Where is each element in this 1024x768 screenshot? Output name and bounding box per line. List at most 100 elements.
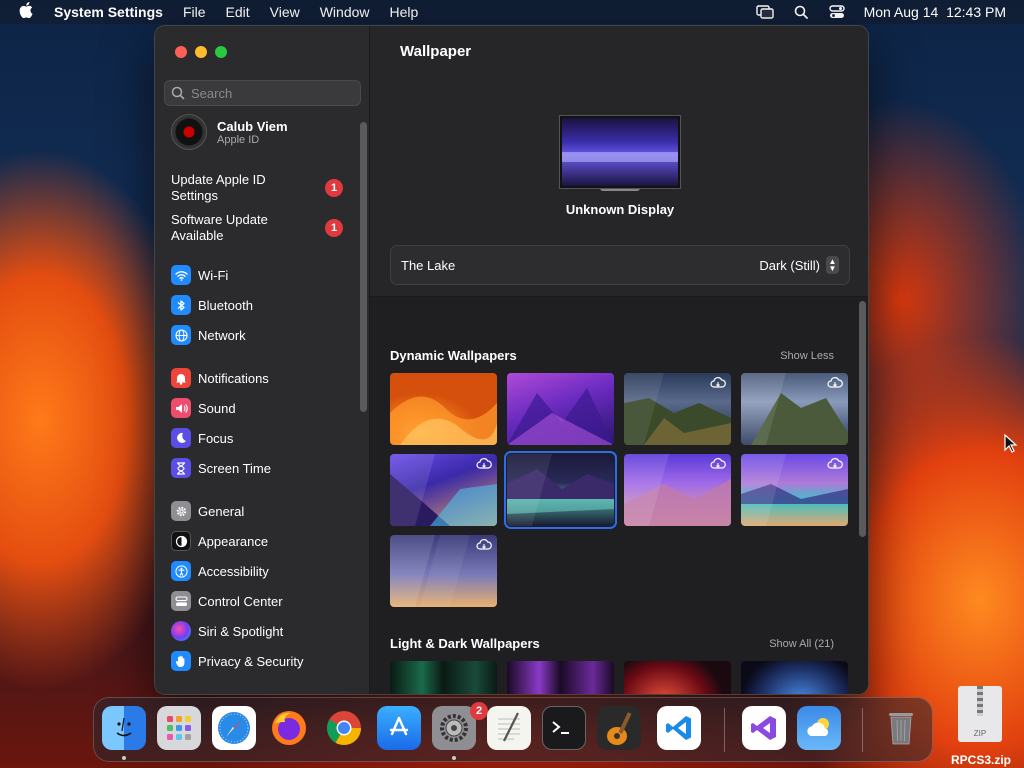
chrome-icon[interactable]	[322, 706, 366, 750]
dock: 2	[93, 697, 933, 762]
alert-label-line2: Available	[171, 228, 224, 243]
wallpaper-selector-row: The Lake Dark (Still) ▲ ▼	[390, 245, 850, 285]
settings-notification-badge: 2	[470, 702, 488, 720]
safari-icon[interactable]	[212, 706, 256, 750]
page-title: Wallpaper	[400, 43, 472, 60]
textedit-icon[interactable]	[487, 706, 531, 750]
zip-file-type-label: ZIP	[973, 729, 987, 738]
menu-window[interactable]: Window	[310, 4, 380, 20]
sidebar-item-siri-spotlight[interactable]: Siri & Spotlight	[171, 620, 283, 642]
vscode-icon[interactable]	[657, 706, 701, 750]
wallpaper-thumbnail-big-sur-coastline[interactable]	[624, 373, 731, 445]
zip-file-name[interactable]: RPCS3.zip	[946, 753, 1016, 767]
hand-icon	[171, 651, 191, 671]
speaker-icon	[171, 398, 191, 418]
sidebar-item-label: General	[198, 503, 245, 519]
sidebar-item-screen-time[interactable]: Screen Time	[171, 457, 271, 479]
search-input[interactable]	[191, 85, 351, 101]
sidebar-item-software-update[interactable]: Software Update Available 1	[171, 212, 343, 244]
menu-help[interactable]: Help	[380, 4, 429, 20]
zoom-window-button[interactable]	[215, 46, 227, 58]
sidebar-item-label: Privacy & Security	[198, 653, 304, 669]
sidebar-item-label: Accessibility	[198, 563, 269, 579]
close-window-button[interactable]	[175, 46, 187, 58]
sidebar-item-privacy-security[interactable]: Privacy & Security	[171, 650, 303, 672]
running-indicator	[452, 756, 456, 760]
wallpaper-thumbnail-ventura[interactable]	[390, 373, 497, 445]
app-store-icon[interactable]	[377, 706, 421, 750]
monitor-stand	[600, 188, 640, 191]
sidebar-item-wifi[interactable]: Wi-Fi	[171, 264, 228, 286]
sidebar-list: Calub Viem Apple ID Update Apple ID Sett…	[155, 114, 370, 694]
screen-mirroring-icon[interactable]	[755, 5, 774, 19]
wallpaper-thumbnail-the-lake[interactable]	[504, 451, 617, 529]
garageband-icon[interactable]	[597, 706, 641, 750]
wallpaper-thumbnail-the-beach[interactable]	[741, 454, 848, 526]
menu-edit[interactable]: Edit	[216, 4, 260, 20]
menu-clock[interactable]: Mon Aug 14 12:43 PM	[864, 4, 1006, 20]
control-center-icon	[171, 591, 191, 611]
weather-icon[interactable]	[797, 706, 841, 750]
gear-icon	[171, 501, 191, 521]
terminal-icon[interactable]	[542, 706, 586, 750]
profile-subtitle: Apple ID	[217, 133, 260, 146]
visual-studio-icon[interactable]	[742, 706, 786, 750]
sidebar-item-appearance[interactable]: Appearance	[171, 530, 268, 552]
zip-file-icon[interactable]: ZIP	[958, 686, 1002, 742]
alert-badge: 1	[325, 219, 343, 237]
sidebar-item-bluetooth[interactable]: Bluetooth	[171, 294, 253, 316]
search-icon	[171, 86, 185, 100]
sidebar-item-focus[interactable]: Focus	[171, 427, 233, 449]
control-center-menu-icon[interactable]	[828, 5, 846, 19]
cloud-download-icon	[710, 458, 726, 469]
display-name: Unknown Display	[565, 202, 675, 217]
menu-app-name[interactable]: System Settings	[52, 4, 173, 20]
show-all-button[interactable]: Show All (21)	[769, 638, 834, 650]
wallpaper-thumbnail-sonoma-blue[interactable]	[741, 661, 848, 694]
wallpaper-thumbnail-monterey[interactable]	[507, 373, 614, 445]
cloud-download-icon	[710, 377, 726, 388]
moon-icon	[171, 428, 191, 448]
sidebar-item-control-center[interactable]: Control Center	[171, 590, 283, 612]
sidebar-search	[164, 80, 361, 106]
cloud-download-icon	[476, 458, 492, 469]
appearance-value: Dark (Still)	[759, 257, 820, 273]
sidebar-item-accessibility[interactable]: Accessibility	[171, 560, 269, 582]
wallpaper-thumbnail-macbook-purple[interactable]	[507, 661, 614, 694]
wallpaper-name: The Lake	[401, 257, 456, 273]
launchpad-icon[interactable]	[157, 706, 201, 750]
sidebar-item-sound[interactable]: Sound	[171, 397, 236, 419]
wallpaper-thumbnail-catalina-island[interactable]	[741, 373, 848, 445]
wallpaper-thumbnail-the-cliffs[interactable]	[390, 454, 497, 526]
cloud-download-icon	[476, 539, 492, 550]
sidebar-scrollbar[interactable]	[360, 122, 367, 412]
bluetooth-icon	[171, 295, 191, 315]
spotlight-search-icon[interactable]	[792, 5, 810, 19]
menu-file[interactable]: File	[173, 4, 216, 20]
firefox-icon[interactable]	[267, 706, 311, 750]
sidebar-item-apple-id[interactable]: Calub Viem Apple ID	[171, 114, 288, 150]
sidebar-item-notifications[interactable]: Notifications	[171, 367, 269, 389]
gallery-scrollbar[interactable]	[859, 301, 866, 537]
finder-icon[interactable]	[102, 706, 146, 750]
alert-label-line1: Software Update	[171, 212, 268, 227]
trash-icon[interactable]	[879, 706, 923, 750]
appearance-popup[interactable]: Dark (Still) ▲ ▼	[759, 256, 839, 274]
apple-menu-icon[interactable]	[0, 2, 52, 22]
sidebar-item-general[interactable]: General	[171, 500, 244, 522]
dock-separator	[724, 708, 725, 752]
wallpaper-thumbnail-the-desert[interactable]	[390, 535, 497, 607]
wallpaper-thumbnail-sonoma-red[interactable]	[624, 661, 731, 694]
show-less-button[interactable]: Show Less	[780, 350, 834, 362]
profile-name: Calub Viem	[217, 118, 288, 134]
sidebar-item-label: Wi-Fi	[198, 267, 229, 283]
minimize-window-button[interactable]	[195, 46, 207, 58]
wallpaper-thumbnail-macbook-green[interactable]	[390, 661, 497, 694]
menu-view[interactable]: View	[260, 4, 310, 20]
sidebar-item-label: Appearance	[198, 533, 269, 549]
menu-bar: System Settings File Edit View Window He…	[0, 0, 1024, 24]
sidebar-item-label: Bluetooth	[198, 297, 253, 313]
sidebar-item-update-apple-id[interactable]: Update Apple ID Settings 1	[171, 172, 343, 204]
sidebar-item-network[interactable]: Network	[171, 324, 246, 346]
wallpaper-thumbnail-the-valley[interactable]	[624, 454, 731, 526]
